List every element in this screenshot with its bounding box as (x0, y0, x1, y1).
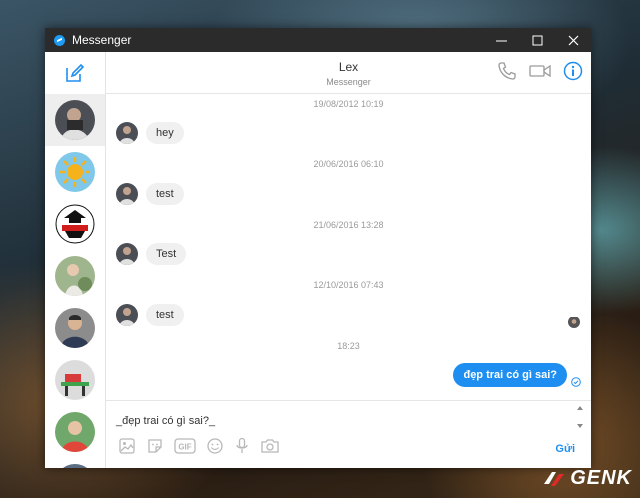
gif-label: GIF (178, 443, 191, 452)
message-timestamp: 21/06/2016 13:28 (313, 220, 384, 230)
avatar (55, 152, 95, 192)
phone-icon (498, 62, 516, 80)
message-timestamp: 20/06/2016 06:10 (313, 159, 384, 169)
minimize-icon (495, 40, 507, 41)
voice-button[interactable] (234, 437, 250, 455)
message-timestamp: 12/10/2016 07:43 (313, 280, 384, 290)
message-input[interactable]: _đẹp trai có gì sai?_ (116, 415, 215, 427)
avatar (55, 412, 95, 452)
sender-avatar (116, 183, 138, 205)
conversation-item[interactable] (45, 94, 105, 146)
message-row: đẹp trai có gì sai? (453, 363, 567, 387)
conversation-item[interactable] (45, 198, 105, 250)
message-row: test (116, 304, 184, 326)
close-button[interactable] (555, 28, 591, 52)
avatar (55, 360, 95, 400)
incoming-message[interactable]: hey (146, 122, 184, 144)
message-row: test (116, 183, 184, 205)
sender-avatar (116, 243, 138, 265)
conversation-item[interactable] (45, 458, 105, 468)
emoji-button[interactable] (206, 437, 224, 455)
send-button[interactable]: Gửi (555, 443, 575, 455)
outgoing-message[interactable]: đẹp trai có gì sai? (453, 363, 567, 387)
composer-toolbar: GIF (118, 437, 280, 455)
seen-indicator-avatar (568, 316, 580, 328)
camera-button[interactable] (260, 437, 280, 455)
sticker-icon (148, 439, 162, 453)
info-button[interactable] (563, 61, 583, 81)
avatar (55, 256, 95, 296)
minimize-button[interactable] (483, 28, 519, 52)
window-title: Messenger (72, 33, 132, 47)
maximize-button[interactable] (519, 28, 555, 52)
conversation-sidebar (45, 52, 106, 468)
conversation-item[interactable] (45, 354, 105, 406)
conversation-header: Lex Messenger (106, 52, 591, 94)
info-icon (563, 61, 583, 81)
sticker-button[interactable] (146, 437, 164, 455)
messenger-logo-icon (54, 34, 65, 46)
conversation-item[interactable] (45, 146, 105, 198)
video-call-button[interactable] (529, 62, 551, 80)
gif-button[interactable]: GIF (174, 437, 196, 455)
messenger-window: Messenger Lex Messenger 19/08/2012 10:19… (45, 28, 591, 468)
emoji-icon (207, 438, 223, 454)
compose-button[interactable] (45, 52, 105, 94)
incoming-message[interactable]: Test (146, 243, 187, 265)
message-list[interactable]: 19/08/2012 10:19 hey 20/06/2016 06:10 te… (106, 95, 591, 400)
message-composer: _đẹp trai có gì sai?_ GIF Gửi (106, 400, 591, 468)
compose-icon (66, 63, 85, 82)
avatar (55, 204, 95, 244)
camera-icon (261, 439, 279, 453)
microphone-icon (236, 437, 248, 453)
message-timestamp: 19/08/2012 10:19 (313, 99, 384, 109)
sender-avatar (116, 304, 138, 326)
message-row: Test (116, 243, 187, 265)
incoming-message[interactable]: test (146, 183, 184, 205)
sender-avatar (116, 122, 138, 144)
watermark-text: GENK (570, 467, 632, 489)
input-scrollbar[interactable] (575, 403, 585, 431)
gif-icon: GIF (174, 438, 196, 454)
maximize-icon (532, 35, 542, 45)
conversation-item[interactable] (45, 406, 105, 458)
title-bar: Messenger (45, 28, 591, 52)
image-icon (119, 438, 135, 454)
avatar (55, 464, 95, 468)
close-icon (568, 35, 578, 45)
avatar (55, 100, 95, 140)
conversation-item[interactable] (45, 250, 105, 302)
message-row: hey (116, 122, 184, 144)
genk-logo-icon (544, 471, 565, 486)
incoming-message[interactable]: test (146, 304, 184, 326)
image-button[interactable] (118, 437, 136, 455)
message-timestamp: 18:23 (337, 341, 360, 351)
genk-watermark: GENK (542, 467, 632, 490)
conversation-item[interactable] (45, 302, 105, 354)
video-camera-icon (529, 64, 551, 78)
sent-check-icon (571, 377, 581, 387)
avatar (55, 308, 95, 348)
call-button[interactable] (497, 61, 517, 81)
